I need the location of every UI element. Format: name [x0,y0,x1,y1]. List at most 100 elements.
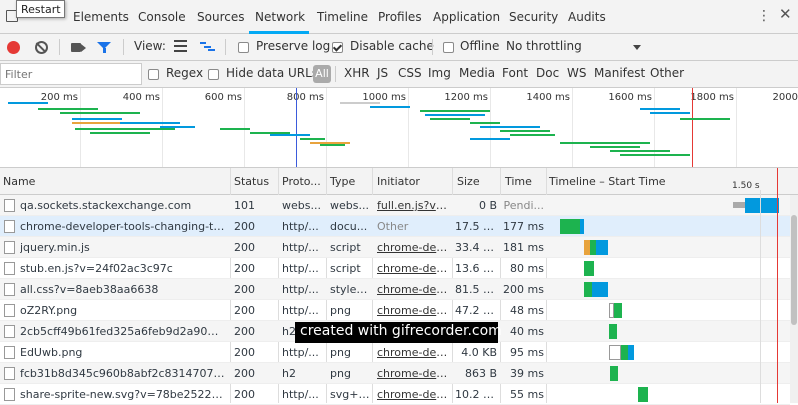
column-header-initiator[interactable]: Initiator [377,175,420,188]
request-initiator[interactable]: chrome-dev... [377,304,449,317]
request-name[interactable]: oZ2RY.png [20,304,225,317]
request-name[interactable]: fcb31b8d345c960b8abf2c831470773b?s... [20,367,225,380]
request-name[interactable]: 2cb5cff49b61fed325a6feb9d2a905aa?s=... [20,325,225,338]
overview-request-bar [680,118,730,120]
column-header-status[interactable]: Status [234,175,269,188]
request-time: 40 ms [510,325,544,338]
overview-request-bar [470,138,510,140]
preserve-log-checkbox[interactable] [238,42,249,53]
tab-security[interactable]: Security [509,10,558,24]
request-size: 17.5 KB [455,220,497,233]
table-row[interactable]: EdUwb.png 200 http/... png chrome-dev... 4.0 … [0,342,790,363]
request-name[interactable]: chrome-developer-tools-changing-the-s... [20,220,225,233]
request-initiator[interactable]: full.en.js?v=e... [377,199,449,212]
throttling-select[interactable]: No throttling [506,39,582,53]
column-header-size[interactable]: Size [457,175,480,188]
overview-request-bar [560,142,650,144]
overview-request-bar [480,126,540,128]
table-scrollbar[interactable] [790,195,798,403]
tab-audits[interactable]: Audits [568,10,606,24]
filter-ws[interactable]: WS [567,66,586,80]
request-name[interactable]: jquery.min.js [20,241,225,254]
column-header-protocol[interactable]: Proto... [282,175,321,188]
filter-doc[interactable]: Doc [536,66,559,80]
filter-input[interactable] [0,63,142,85]
filter-js[interactable]: JS [377,66,388,80]
request-initiator[interactable]: chrome-dev... [377,346,449,359]
filter-font[interactable]: Font [502,66,528,80]
table-row[interactable]: jquery.min.js 200 http/... script chrome-dev… [0,237,790,258]
table-row[interactable]: fcb31b8d345c960b8abf2c831470773b?s... 200… [0,363,790,384]
large-rows-icon[interactable] [174,40,187,52]
request-name[interactable]: share-sprite-new.svg?v=78be252218f3 [20,388,225,401]
overview-request-bar [340,102,380,104]
load-event-line [692,88,693,167]
chevron-down-icon[interactable] [633,45,641,50]
request-name[interactable]: all.css?v=8aeb38aa6638 [20,283,225,296]
filter-img[interactable]: Img [428,66,451,80]
filter-css[interactable]: CSS [398,66,422,80]
camera-icon[interactable] [71,43,86,52]
table-row[interactable]: chrome-developer-tools-changing-the-s...… [0,216,790,237]
table-row[interactable]: stub.en.js?v=24f02ac3c97c 200 http/... scri… [0,258,790,279]
overview-tick-label: 1200 ms [444,92,488,103]
tab-elements[interactable]: Elements [73,10,129,24]
offline-checkbox[interactable] [443,42,454,53]
timeline-marker-label: 1.50 s [732,181,760,191]
tab-application[interactable]: Application [433,10,500,24]
scrollbar-thumb[interactable] [791,215,797,325]
close-icon[interactable]: ✕ [779,7,792,22]
network-overview[interactable]: 200 ms 400 ms 600 ms 800 ms 1000 ms 1200… [0,88,798,168]
overview-request-bar [370,106,410,108]
request-protocol: h2 [282,367,296,380]
hide-data-urls-checkbox[interactable] [208,69,219,80]
request-initiator[interactable]: chrome-dev... [377,388,449,401]
table-row[interactable]: share-sprite-new.svg?v=78be252218f3 200 ht… [0,384,790,405]
column-header-timeline[interactable]: Timeline – Start Time [549,175,666,188]
disable-cache-checkbox[interactable] [332,42,343,53]
filter-all-button[interactable]: All [313,65,331,83]
overview-icon[interactable] [200,42,215,51]
overview-request-bar [72,118,122,120]
column-header-time[interactable]: Time [505,175,532,188]
filter-media[interactable]: Media [459,66,495,80]
request-time: 80 ms [510,262,544,275]
request-name[interactable]: EdUwb.png [20,346,225,359]
request-type: styles... [330,283,370,296]
preserve-log-label: Preserve log [256,39,331,53]
tab-timeline[interactable]: Timeline [317,10,368,24]
filter-xhr[interactable]: XHR [344,66,370,80]
column-header-type[interactable]: Type [330,175,355,188]
request-type: script [330,241,361,254]
more-menu-icon[interactable]: ⋮ [757,9,771,23]
tab-profiles[interactable]: Profiles [378,10,422,24]
toolbar-divider [59,39,60,55]
request-type: png [330,367,351,380]
waterfall-bar [628,345,634,360]
tab-sources[interactable]: Sources [197,10,244,24]
request-initiator[interactable]: chrome-dev... [377,283,449,296]
tab-network[interactable]: Network [255,10,305,24]
request-initiator[interactable]: Other [377,220,449,233]
request-initiator[interactable]: chrome-dev... [377,262,449,275]
overview-gridline [490,88,491,167]
record-button[interactable] [7,41,20,54]
column-header-name[interactable]: Name [3,175,35,188]
request-name[interactable]: stub.en.js?v=24f02ac3c97c [20,262,225,275]
request-name[interactable]: qa.sockets.stackexchange.com [20,199,225,212]
request-initiator[interactable]: chrome-dev... [377,367,449,380]
request-status: 200 [234,367,255,380]
clear-icon[interactable] [35,41,48,54]
table-row[interactable]: oZ2RY.png 200 http/... png chrome-dev... 47.2… [0,300,790,321]
table-row[interactable]: qa.sockets.stackexchange.com 101 webs... we… [0,195,790,216]
request-initiator[interactable]: chrome-dev... [377,241,449,254]
tab-console[interactable]: Console [138,10,186,24]
request-size: 47.2 KB [455,304,497,317]
filter-other[interactable]: Other [650,66,684,80]
table-row[interactable]: all.css?v=8aeb38aa6638 200 http/... styles.… [0,279,790,300]
regex-checkbox[interactable] [148,69,159,80]
filter-manifest[interactable]: Manifest [594,66,645,80]
waterfall-bar [580,219,584,234]
request-type: webs... [330,199,369,212]
file-icon [4,325,15,338]
